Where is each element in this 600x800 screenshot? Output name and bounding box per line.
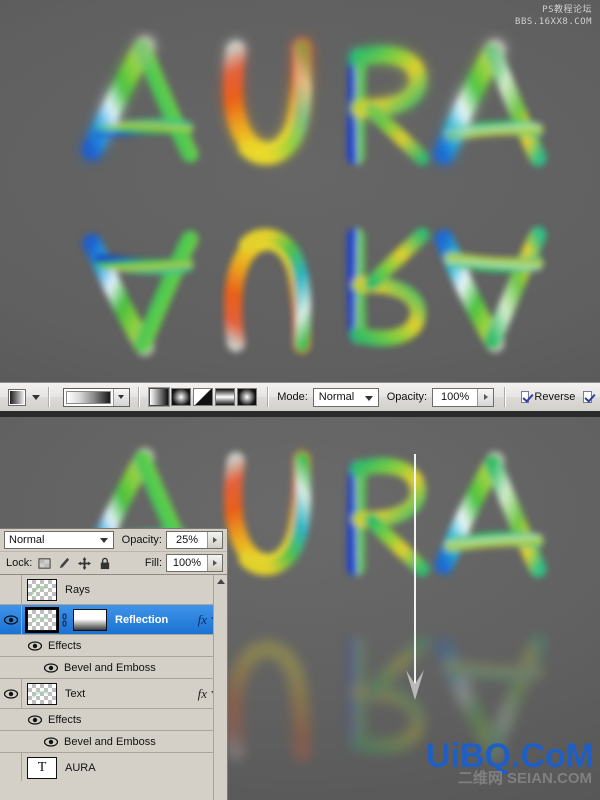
radial-gradient-button[interactable] (170, 388, 191, 406)
gradient-preset-swatch[interactable] (65, 390, 111, 404)
gradient-drag-line (406, 452, 424, 700)
mode-label: Mode: (277, 391, 308, 403)
layers-panel-blend-row[interactable]: Normal Opacity: 25% (0, 529, 227, 552)
photoshop-screenshot: PS教程论坛 BBS.16XX8.COM Mode: Normal Opacit… (0, 0, 600, 800)
gradient-type-buttons[interactable] (148, 388, 259, 406)
reverse-label: Reverse (534, 391, 576, 403)
visibility-toggle-reflection[interactable] (0, 605, 22, 634)
aura-artwork-upright (40, 28, 560, 188)
dither-checkbox[interactable] (583, 391, 593, 403)
type-layer-thumbnail-icon[interactable]: T (27, 756, 57, 779)
layer-effects-fx-icon-text[interactable]: fx (198, 686, 211, 702)
layer-name-reflection: Reflection (115, 613, 169, 626)
blend-mode-value: Normal (318, 391, 355, 403)
effect-label-bevel-emboss-reflection: Bevel and Emboss (64, 661, 156, 674)
canvas-top-preview[interactable]: PS教程论坛 BBS.16XX8.COM (0, 0, 600, 382)
layers-panel-lock-row[interactable]: Lock: Fill: 100% (0, 552, 227, 575)
lock-image-pixels-icon[interactable] (58, 557, 71, 570)
layer-row-rays[interactable]: Rays (0, 575, 227, 605)
gradient-preset-picker[interactable] (62, 387, 130, 407)
layer-effects-fx-icon-reflection[interactable]: fx (198, 612, 211, 628)
lock-all-icon[interactable] (98, 557, 111, 570)
layer-row-aura-type[interactable]: T AURA (0, 753, 227, 781)
effects-group-label-text: Effects (48, 713, 82, 726)
eye-icon (3, 688, 18, 699)
link-layer-mask-icon[interactable] (60, 612, 69, 627)
linear-gradient-button[interactable] (148, 388, 169, 406)
tool-preset-chevron-down-icon[interactable] (31, 394, 40, 400)
layer-thumbnail-rays[interactable] (27, 578, 57, 601)
visibility-toggle-text[interactable] (0, 679, 22, 708)
layer-blend-chevron-down-icon (99, 538, 108, 543)
opacity-stepper[interactable] (477, 388, 494, 406)
toolbar-divider-1 (47, 387, 49, 407)
layer-blend-mode-select[interactable]: Normal (4, 531, 114, 549)
eye-icon[interactable] (28, 640, 42, 651)
fill-label: Fill: (144, 557, 162, 569)
effect-label-bevel-emboss-text: Bevel and Emboss (64, 735, 156, 748)
layers-panel[interactable]: Normal Opacity: 25% Lock: Fill: 100% Ray… (0, 528, 228, 800)
layer-name-aura-type: AURA (65, 761, 96, 774)
layer-opacity-value: 25% (175, 534, 199, 546)
layer-name-rays: Rays (65, 583, 91, 596)
effect-row-bevel-emboss-text[interactable]: Bevel and Emboss (0, 731, 227, 753)
eye-icon[interactable] (44, 662, 58, 673)
layer-thumbnail-reflection[interactable] (25, 606, 59, 633)
watermark-top-line2: BBS.16XX8.COM (515, 17, 592, 27)
blend-mode-select[interactable]: Normal (312, 387, 379, 407)
lock-position-icon[interactable] (78, 556, 92, 570)
effects-group-row-reflection[interactable]: Effects (0, 635, 227, 657)
layer-fill-value: 100% (172, 557, 202, 569)
visibility-toggle-aura-type[interactable] (0, 753, 22, 781)
eye-icon[interactable] (28, 714, 42, 725)
layer-opacity-stepper[interactable] (207, 532, 222, 548)
toolbar-divider-2 (137, 387, 139, 407)
eye-icon[interactable] (44, 736, 58, 747)
toolbar-divider-3 (266, 387, 268, 407)
reverse-checkbox[interactable] (520, 391, 530, 403)
effect-row-bevel-emboss-reflection[interactable]: Bevel and Emboss (0, 657, 227, 679)
toolbar-divider-4 (504, 387, 505, 407)
aura-artwork-reflection (40, 205, 560, 365)
scrollbar-up-arrow-icon[interactable] (214, 575, 227, 588)
watermark-top: PS教程论坛 BBS.16XX8.COM (515, 4, 592, 28)
layer-mask-thumbnail-reflection[interactable] (73, 608, 107, 631)
visibility-toggle-rays[interactable] (0, 575, 22, 604)
opacity-value: 100% (440, 391, 470, 403)
opacity-label: Opacity: (386, 391, 428, 403)
layer-name-text: Text (65, 687, 86, 700)
diamond-gradient-button[interactable] (236, 388, 257, 406)
opacity-input[interactable]: 100% (432, 387, 495, 407)
gradient-preset-chevron-down-icon[interactable] (112, 388, 129, 406)
layers-panel-scrollbar[interactable] (213, 575, 227, 800)
lock-label: Lock: (6, 557, 33, 569)
layer-thumbnail-text[interactable] (27, 682, 57, 705)
layer-blend-mode-value: Normal (9, 534, 45, 546)
layer-row-text[interactable]: Text fx (0, 679, 227, 709)
lock-transparent-pixels-icon[interactable] (38, 557, 51, 570)
gradient-tool-icon[interactable] (8, 388, 26, 406)
layer-list[interactable]: Rays Reflection fx Effects Bevel and Emb… (0, 575, 227, 781)
effects-group-label-reflection: Effects (48, 639, 82, 652)
layer-fill-input[interactable]: 100% (166, 554, 223, 572)
gradient-options-bar[interactable]: Mode: Normal Opacity: 100% Reverse (0, 382, 600, 412)
angle-gradient-button[interactable] (192, 388, 213, 406)
layer-row-reflection[interactable]: Reflection fx (0, 605, 227, 635)
watermark-bottom-sub: 二维网 SEIAN.COM (457, 770, 592, 787)
blend-mode-chevron-down-icon (364, 395, 373, 401)
layer-opacity-label: Opacity: (121, 534, 162, 546)
layer-opacity-input[interactable]: 25% (166, 531, 223, 549)
watermark-top-line1: PS教程论坛 (542, 5, 592, 15)
layer-fill-stepper[interactable] (207, 555, 222, 571)
effects-group-row-text[interactable]: Effects (0, 709, 227, 731)
eye-icon (3, 614, 18, 625)
reflected-gradient-button[interactable] (214, 388, 235, 406)
